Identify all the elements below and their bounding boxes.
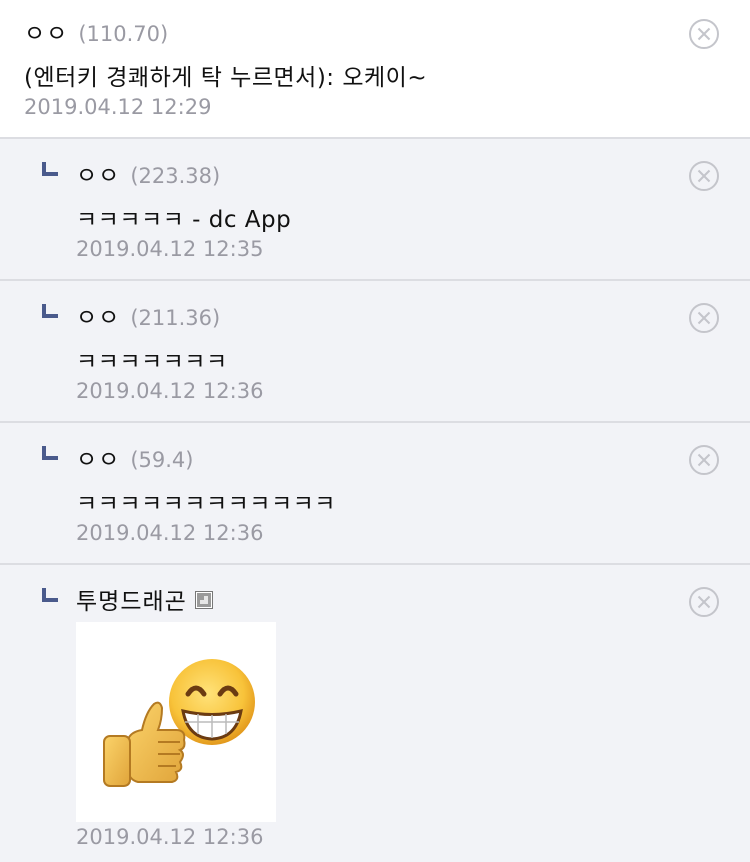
- comment-date: 2019.04.12 12:35: [76, 237, 264, 261]
- reply-arrow-icon: [42, 162, 58, 176]
- reply-item: ㅇㅇ (59.4) ㅋㅋㅋㅋㅋㅋㅋㅋㅋㅋㅋㅋ 2019.04.12 12:36: [0, 423, 750, 565]
- reply-item: ㅇㅇ (211.36) ㅋㅋㅋㅋㅋㅋㅋ 2019.04.12 12:36: [0, 281, 750, 423]
- nickname[interactable]: ㅇㅇ: [76, 156, 120, 190]
- comment-author: ㅇㅇ (59.4): [76, 440, 193, 474]
- comment-text: (엔터키 경쾌하게 탁 누르면서): 오케이~: [24, 65, 428, 91]
- comment-text: ㅋㅋㅋㅋㅋㅋㅋ: [76, 349, 228, 375]
- reply-arrow-icon: [42, 588, 58, 602]
- comment-text: ㅋㅋㅋㅋㅋㅋㅋㅋㅋㅋㅋㅋ: [76, 491, 336, 517]
- comment-item: ㅇㅇ (110.70) (엔터키 경쾌하게 탁 누르면서): 오케이~ 2019…: [0, 0, 750, 139]
- comment-date: 2019.04.12 12:29: [24, 95, 212, 119]
- reply-arrow-icon: [42, 446, 58, 460]
- thumbs-up-grin-emoji: [103, 659, 255, 787]
- delete-circle-x-icon[interactable]: [688, 160, 720, 192]
- ip-address: (110.70): [78, 22, 169, 46]
- comment-text: ㅋㅋㅋㅋㅋ - dc App: [76, 207, 292, 233]
- comment-author: ㅇㅇ (223.38): [76, 156, 220, 190]
- nickname[interactable]: ㅇㅇ: [24, 14, 68, 48]
- nickname[interactable]: ㅇㅇ: [76, 440, 120, 474]
- nickname[interactable]: ㅇㅇ: [76, 298, 120, 332]
- delete-circle-x-icon[interactable]: [688, 302, 720, 334]
- comment-date: 2019.04.12 12:36: [76, 379, 264, 403]
- comment-author: ㅇㅇ (110.70): [24, 14, 168, 48]
- delete-circle-x-icon[interactable]: [688, 586, 720, 618]
- comment-date: 2019.04.12 12:36: [76, 521, 264, 545]
- comment-author: 투명드래곤: [76, 582, 213, 616]
- comment-date: 2019.04.12 12:36: [76, 825, 264, 849]
- gallery-member-icon: [194, 591, 213, 609]
- nickname[interactable]: 투명드래곤: [76, 582, 187, 616]
- comment-author: ㅇㅇ (211.36): [76, 298, 220, 332]
- ip-address: (59.4): [130, 448, 194, 472]
- ip-address: (211.36): [130, 306, 221, 330]
- reply-arrow-icon: [42, 304, 58, 318]
- ip-address: (223.38): [130, 164, 221, 188]
- delete-circle-x-icon[interactable]: [688, 18, 720, 50]
- dccon-image[interactable]: [76, 622, 276, 822]
- delete-circle-x-icon[interactable]: [688, 444, 720, 476]
- reply-item: ㅇㅇ (223.38) ㅋㅋㅋㅋㅋ - dc App 2019.04.12 12…: [0, 139, 750, 281]
- reply-item: 투명드래곤 2019.04.12 12:36: [0, 565, 750, 862]
